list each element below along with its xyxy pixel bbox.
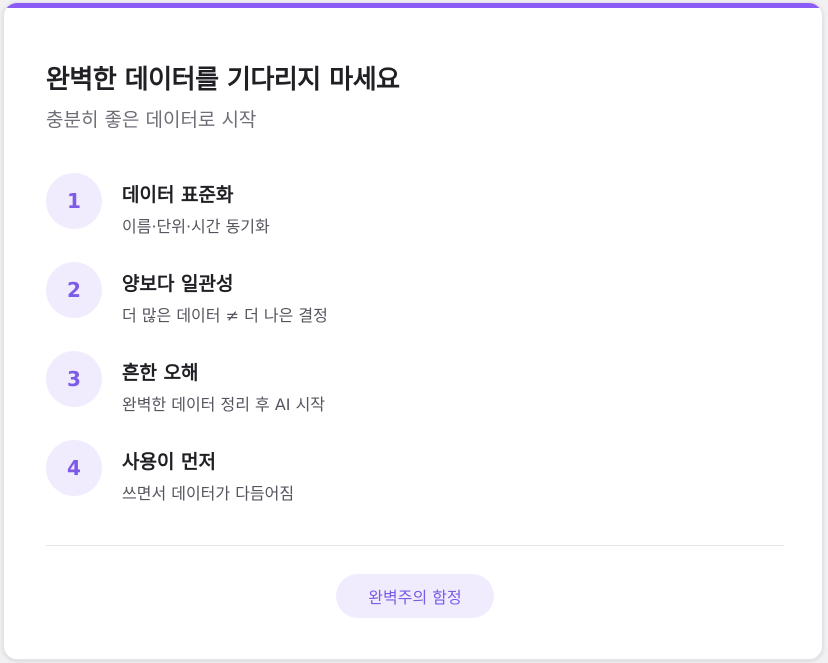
step-title: 데이터 표준화 xyxy=(122,184,234,206)
step-item: 3 흔한 오해 완벽한 데이터 정리 후 AI 시작 xyxy=(46,351,786,440)
step-title: 양보다 일관성 xyxy=(122,273,234,295)
step-number-badge: 4 xyxy=(46,440,102,496)
card-title: 완벽한 데이터를 기다리지 마세요 xyxy=(46,65,400,95)
step-title: 사용이 먼저 xyxy=(122,451,217,473)
step-description: 쓰면서 데이터가 다듬어짐 xyxy=(122,484,295,503)
info-card: 완벽한 데이터를 기다리지 마세요 충분히 좋은 데이터로 시작 1 데이터 표… xyxy=(3,2,823,660)
step-number-badge: 2 xyxy=(46,262,102,318)
step-number-badge: 3 xyxy=(46,351,102,407)
accent-bar xyxy=(4,3,822,8)
divider xyxy=(46,545,784,546)
step-description: 완벽한 데이터 정리 후 AI 시작 xyxy=(122,395,326,414)
step-title: 흔한 오해 xyxy=(122,362,199,384)
step-item: 4 사용이 먼저 쓰면서 데이터가 다듬어짐 xyxy=(46,440,786,529)
step-item: 2 양보다 일관성 더 많은 데이터 ≠ 더 나은 결정 xyxy=(46,262,786,351)
step-description: 더 많은 데이터 ≠ 더 나은 결정 xyxy=(122,306,328,325)
step-description: 이름·단위·시간 동기화 xyxy=(122,217,270,236)
step-number-badge: 1 xyxy=(46,173,102,229)
card-subtitle: 충분히 좋은 데이터로 시작 xyxy=(46,109,257,131)
perfectionism-trap-tag[interactable]: 완벽주의 함정 xyxy=(336,574,494,618)
step-item: 1 데이터 표준화 이름·단위·시간 동기화 xyxy=(46,173,786,262)
step-list: 1 데이터 표준화 이름·단위·시간 동기화 2 양보다 일관성 더 많은 데이… xyxy=(46,173,786,529)
